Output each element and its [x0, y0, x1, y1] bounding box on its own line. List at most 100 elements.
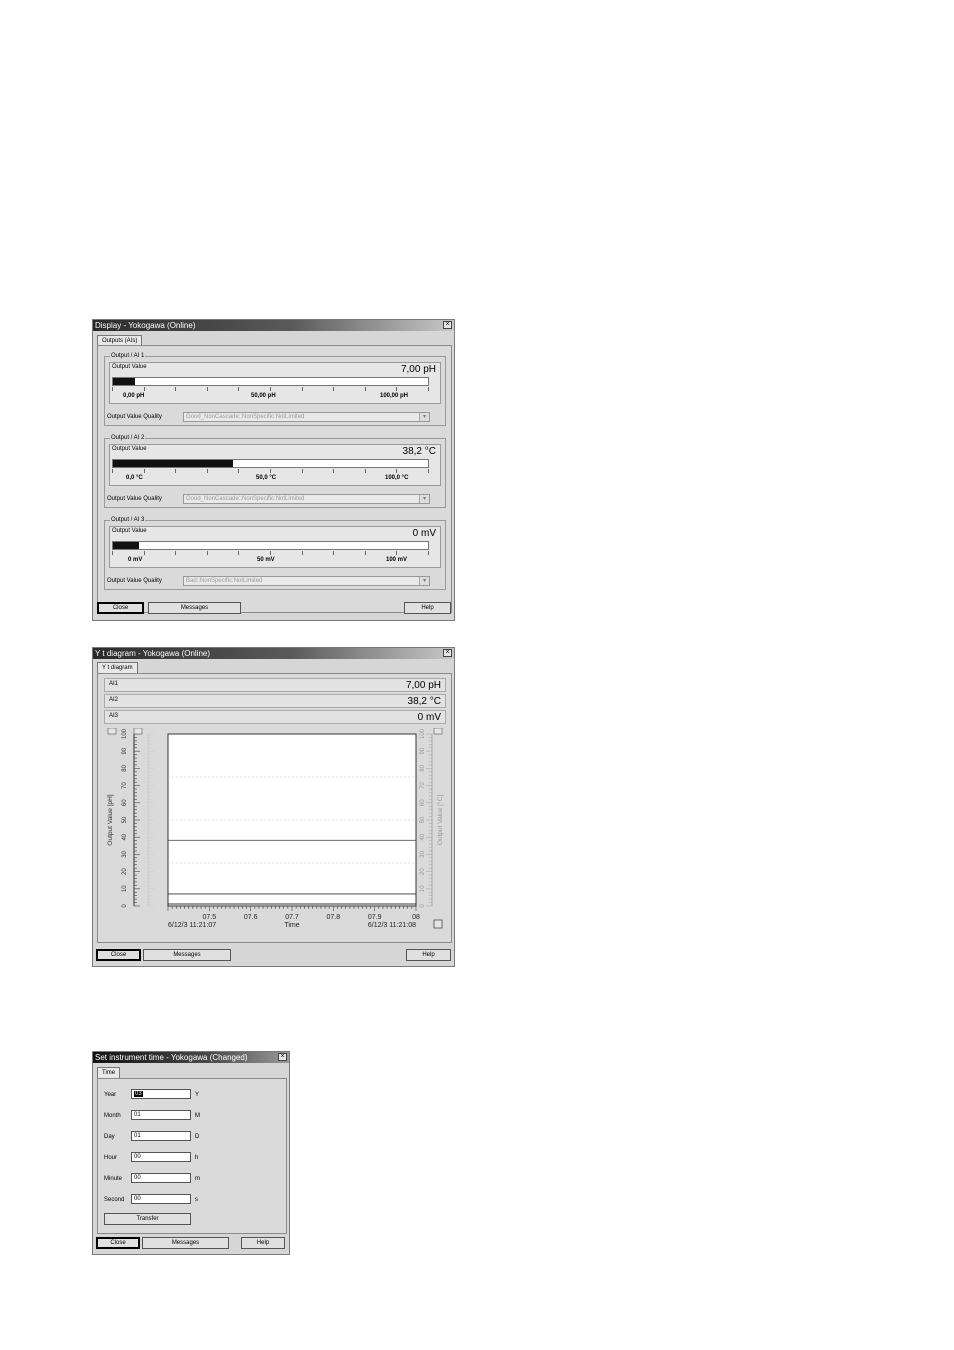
x-tick-label: 07.5	[203, 914, 217, 921]
scale-min: 0 mV	[128, 557, 143, 563]
close-icon[interactable]: ×	[443, 321, 452, 329]
bar-tick	[238, 469, 239, 473]
quality-select[interactable]: Good_NonCascade::NonSpecific:NotLimited …	[183, 494, 430, 504]
bar-tick	[175, 469, 176, 473]
display-window: Display - Yokogawa (Online) × Outputs (A…	[92, 319, 455, 621]
help-button[interactable]: Help	[406, 949, 451, 961]
left-tick-label: 70	[122, 782, 128, 789]
output-value: 38,2 °C	[402, 446, 436, 457]
chevron-down-icon[interactable]: ▾	[419, 577, 429, 585]
group-title: Output / AI 3	[110, 516, 146, 524]
bar-tick	[396, 387, 397, 391]
chevron-down-icon[interactable]: ▾	[419, 413, 429, 421]
output-value: 0 mV	[412, 528, 436, 539]
minute-field[interactable]: 00	[131, 1173, 191, 1183]
left-tick-label: 50	[122, 816, 128, 823]
help-button[interactable]: Help	[404, 602, 451, 614]
bar-tick	[175, 387, 176, 391]
bar-tick	[428, 387, 429, 391]
right-tick-label: 60	[420, 799, 426, 806]
month-value: 01	[134, 1112, 141, 1118]
quality-select[interactable]: Bad::NonSpecific:NotLimited ▾	[183, 576, 430, 586]
yt-title: Y t diagram - Yokogawa (Online)	[95, 649, 211, 658]
quality-select[interactable]: Good_NonCascade::NonSpecific:NotLimited …	[183, 412, 430, 422]
quality-label: Output Value Quality	[107, 578, 162, 584]
messages-button[interactable]: Messages	[143, 949, 231, 961]
output-value-panel: Output Value 38,2 °C 0,0 °C 50,0 °C 100,…	[109, 444, 441, 486]
second-value: 00	[134, 1196, 141, 1202]
bar-tick	[428, 469, 429, 473]
tab-time[interactable]: Time	[97, 1067, 121, 1078]
hour-field[interactable]: 00	[131, 1152, 191, 1162]
day-field[interactable]: 01	[131, 1131, 191, 1141]
second-label: Second	[104, 1197, 125, 1203]
left-tick-label: 40	[122, 833, 128, 840]
close-button[interactable]: Close	[96, 1237, 140, 1249]
year-label: Year	[104, 1092, 117, 1098]
hour-value: 00	[134, 1154, 141, 1160]
bar-tick	[144, 387, 145, 391]
ai1-row: AI1 7,00 pH	[104, 678, 446, 692]
output-value: 7,00 pH	[400, 364, 436, 375]
bar-tick	[238, 551, 239, 555]
bar-tick	[144, 551, 145, 555]
ai3-value: 0 mV	[417, 712, 441, 723]
bar-tick	[302, 387, 303, 391]
x-axis-label: Time	[284, 922, 299, 929]
minute-label: Minute	[104, 1176, 123, 1182]
bar-tick	[175, 551, 176, 555]
bar-tick	[396, 469, 397, 473]
time-title-bar[interactable]: Set instrument time - Yokogawa (Changed)…	[93, 1052, 289, 1063]
bar-tick	[270, 387, 271, 391]
output-value-panel: Output Value 7,00 pH 0,00 pH 50,00 pH 10…	[109, 362, 441, 404]
ai3-name: AI3	[109, 713, 119, 719]
left-tick-label: 90	[122, 747, 128, 754]
yt-panel: AI1 7,00 pH AI2 38,2 °C AI3 0 mV 0 10 20 30…	[97, 673, 452, 943]
x-tick-label: 07.6	[244, 914, 258, 921]
output-bar	[112, 377, 429, 386]
display-title-bar[interactable]: Display - Yokogawa (Online) ×	[93, 320, 454, 331]
month-label: Month	[104, 1113, 121, 1119]
bar-tick	[302, 551, 303, 555]
help-button[interactable]: Help	[241, 1237, 285, 1249]
x-tick-label: 07.8	[327, 914, 341, 921]
quality-label: Output Value Quality	[107, 414, 162, 420]
day-unit: D	[195, 1134, 200, 1140]
scale-mid: 50,00 pH	[251, 393, 276, 399]
messages-button[interactable]: Messages	[148, 602, 241, 614]
messages-button[interactable]: Messages	[142, 1237, 229, 1249]
scale-max: 100 mV	[386, 557, 408, 563]
ai1-value: 7,00 pH	[405, 680, 441, 691]
day-label: Day	[104, 1134, 115, 1140]
bar-tick	[207, 469, 208, 473]
hour-unit: h	[195, 1155, 199, 1161]
close-icon[interactable]: ×	[278, 1053, 287, 1061]
bar-ticks	[112, 551, 429, 556]
month-field[interactable]: 01	[131, 1110, 191, 1120]
chevron-down-icon[interactable]: ▾	[419, 495, 429, 503]
second-field[interactable]: 00	[131, 1194, 191, 1204]
time-panel: Year 03 Y Month 01 M Day 01 D Hour 00 h …	[97, 1078, 287, 1234]
group-ai2: Output / AI 2 Output Value 38,2 °C 0,0 °…	[104, 434, 446, 508]
ai1-name: AI1	[109, 681, 119, 687]
tab-yt-diagram[interactable]: Y t diagram	[97, 662, 138, 673]
right-tick-label: 20	[420, 868, 426, 875]
year-field[interactable]: 03	[131, 1089, 191, 1099]
output-value-label: Output Value	[112, 528, 147, 534]
right-tick-label: 0	[420, 904, 426, 908]
right-tick-label: 30	[420, 850, 426, 857]
display-title: Display - Yokogawa (Online)	[95, 321, 196, 330]
output-value-panel: Output Value 0 mV 0 mV 50 mV 100 mV	[109, 526, 441, 568]
yt-title-bar[interactable]: Y t diagram - Yokogawa (Online) ×	[93, 648, 454, 659]
transfer-button[interactable]: Transfer	[104, 1213, 191, 1225]
x-tick-label: 07.9	[368, 914, 382, 921]
right-tick-label: 100	[420, 728, 426, 739]
close-button[interactable]: Close	[96, 949, 141, 961]
yt-window: Y t diagram - Yokogawa (Online) × Y t di…	[92, 647, 455, 967]
bar-tick	[333, 387, 334, 391]
close-icon[interactable]: ×	[443, 649, 452, 657]
close-button[interactable]: Close	[97, 602, 144, 614]
start-time-label: 6/12/3 11:21:07	[168, 922, 216, 929]
right-tick-label: 40	[420, 833, 426, 840]
bar-tick	[270, 551, 271, 555]
